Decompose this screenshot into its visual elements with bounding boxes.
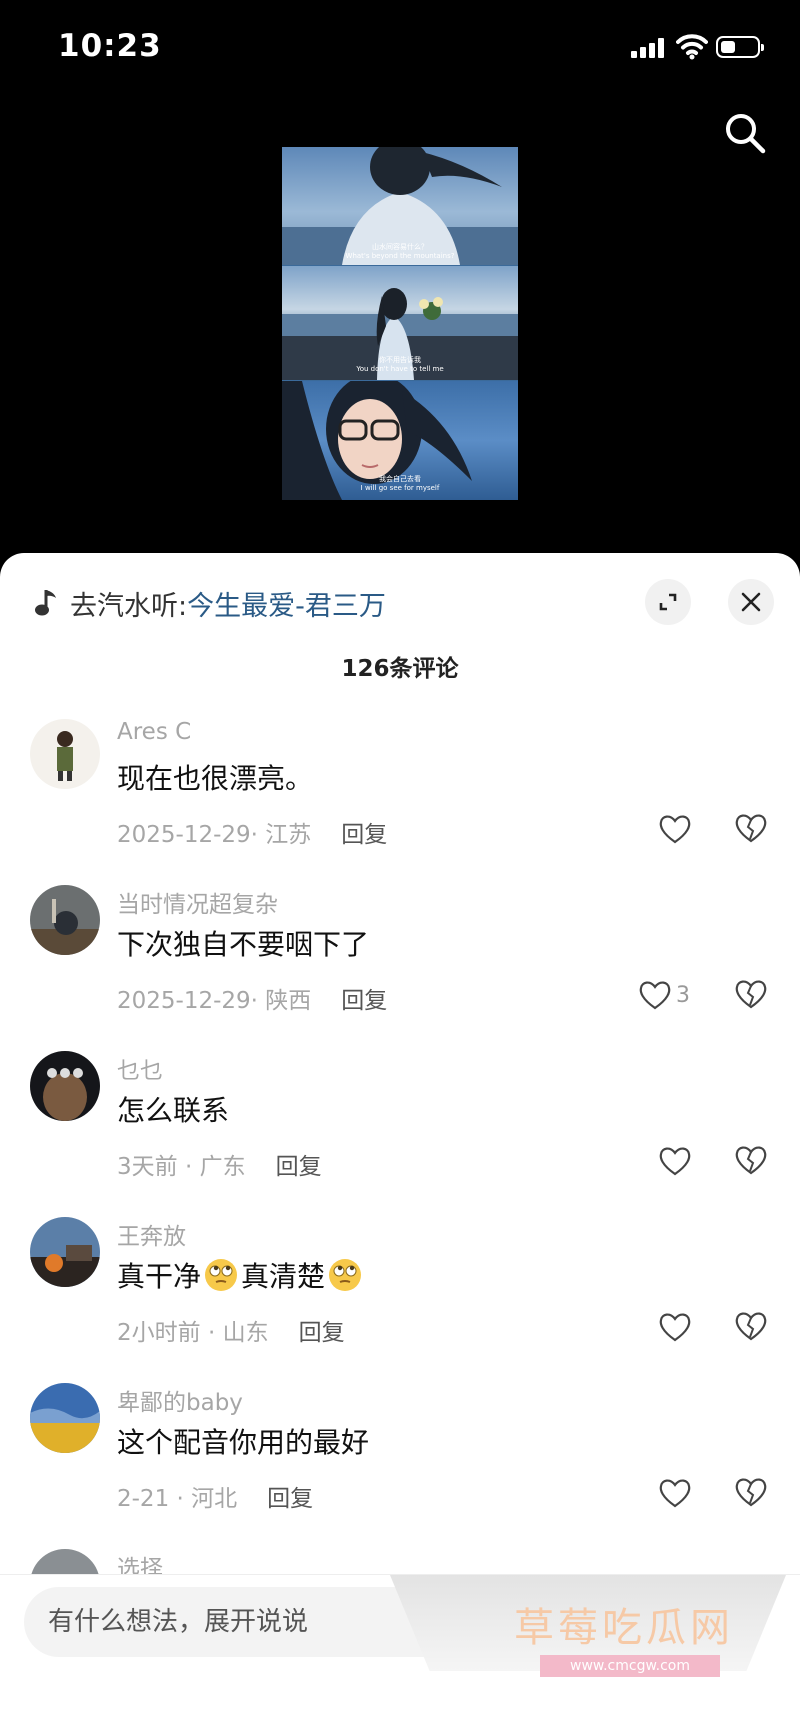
battery-icon: [716, 36, 764, 58]
broken-heart-icon[interactable]: [734, 1143, 768, 1177]
expand-icon: [659, 593, 677, 611]
video-player[interactable]: 山水间容易什么？ What's beyond the mountains? 你不用…: [282, 147, 518, 500]
heart-icon: [659, 815, 691, 844]
comment-text: 怎么联系: [117, 1094, 230, 1127]
video-frame-1: 山水间容易什么？ What's beyond the mountains?: [282, 147, 518, 265]
comment-meta: 2-21 · 河北 回复: [117, 1486, 314, 1512]
avatar[interactable]: [30, 1217, 100, 1287]
close-button[interactable]: [728, 579, 774, 625]
reply-button[interactable]: 回复: [299, 1320, 345, 1346]
avatar[interactable]: [30, 1383, 100, 1453]
broken-heart-icon[interactable]: [734, 977, 768, 1011]
comment-username[interactable]: 当时情况超复杂: [117, 885, 278, 919]
music-title[interactable]: 今生最爱-君三万: [187, 584, 386, 623]
close-icon: [741, 592, 761, 612]
comment-item: Ares C 现在也很漂亮。 2025-12-29· 江苏 回复: [0, 719, 800, 885]
heart-icon: [659, 1147, 691, 1176]
comment-username[interactable]: 卑鄙的baby: [117, 1383, 243, 1417]
comment-username[interactable]: Ares C: [117, 719, 191, 745]
comment-username[interactable]: 王奔放: [117, 1217, 186, 1251]
wifi-icon: [676, 34, 708, 60]
comment-text: 下次独自不要咽下了: [117, 928, 370, 961]
status-time: 10:23: [58, 28, 162, 64]
comments-sheet: 去汽水听: 今生最爱-君三万 126条评论 Ares C 现在也很漂亮。 202…: [0, 553, 800, 1733]
reply-button[interactable]: 回复: [341, 988, 387, 1014]
eye-roll-emoji-icon: [329, 1259, 362, 1291]
status-bar: 10:23: [0, 0, 800, 100]
reply-button[interactable]: 回复: [267, 1486, 313, 1512]
comment-text: 现在也很漂亮。: [117, 762, 314, 795]
comment-item: 当时情况超复杂 下次独自不要咽下了 2025-12-29· 陕西 回复 3: [0, 885, 800, 1051]
comment-username[interactable]: 乜乜: [117, 1051, 163, 1085]
comment-count: 126条评论: [341, 656, 459, 682]
search-icon[interactable]: [722, 110, 768, 156]
like-button[interactable]: 3: [638, 977, 690, 1013]
eye-roll-emoji-icon: [205, 1259, 238, 1291]
cellular-signal-icon: [631, 38, 665, 58]
video-frame-2: 你不用告诉我 You don't have to tell me: [282, 266, 518, 380]
comment-item: 卑鄙的baby 这个配音你用的最好 2-21 · 河北 回复: [0, 1383, 800, 1549]
like-button[interactable]: [658, 1475, 696, 1511]
watermark-text: 草莓吃瓜网: [514, 1605, 734, 1651]
heart-icon: [659, 1313, 691, 1342]
video-subtitle-3: 我会自己去看 I will go see for myself: [360, 475, 440, 492]
video-subtitle-1: 山水间容易什么？ What's beyond the mountains?: [345, 243, 455, 260]
like-button[interactable]: [658, 811, 696, 847]
video-frame-3: 我会自己去看 I will go see for myself: [282, 381, 518, 500]
watermark-url: www.cmcgw.com: [540, 1655, 720, 1677]
comment-text: 真干净 真清楚: [117, 1255, 365, 1295]
music-note-icon: [35, 590, 56, 616]
like-button[interactable]: [658, 1143, 696, 1179]
comment-meta: 2小时前 · 山东 回复: [117, 1320, 345, 1346]
broken-heart-icon[interactable]: [734, 1309, 768, 1343]
avatar[interactable]: [30, 1051, 100, 1121]
heart-icon: [659, 1479, 691, 1508]
music-link[interactable]: 去汽水听: 今生最爱-君三万: [34, 581, 386, 625]
like-button[interactable]: [658, 1309, 696, 1345]
reply-button[interactable]: 回复: [276, 1154, 322, 1180]
comment-item: 乜乜 怎么联系 3天前 · 广东 回复: [0, 1051, 800, 1217]
broken-heart-icon[interactable]: [734, 1475, 768, 1509]
comment-item: 王奔放 真干净 真清楚 2小时前 · 山东 回复: [0, 1217, 800, 1383]
video-subtitle-2: 你不用告诉我 You don't have to tell me: [356, 356, 444, 373]
like-count: 3: [676, 982, 690, 1008]
avatar[interactable]: [30, 719, 100, 789]
music-prefix: 去汽水听:: [70, 590, 188, 622]
comment-meta: 3天前 · 广东 回复: [117, 1154, 322, 1180]
comment-text: 这个配音你用的最好: [117, 1426, 370, 1459]
broken-heart-icon[interactable]: [734, 811, 768, 845]
comment-meta: 2025-12-29· 陕西 回复: [117, 988, 388, 1014]
reply-button[interactable]: 回复: [341, 822, 387, 848]
heart-icon: [639, 981, 671, 1010]
comment-input-bar: 草莓吃瓜网 www.cmcgw.com: [0, 1574, 800, 1734]
expand-button[interactable]: [645, 579, 691, 625]
avatar[interactable]: [30, 885, 100, 955]
comment-meta: 2025-12-29· 江苏 回复: [117, 822, 388, 848]
